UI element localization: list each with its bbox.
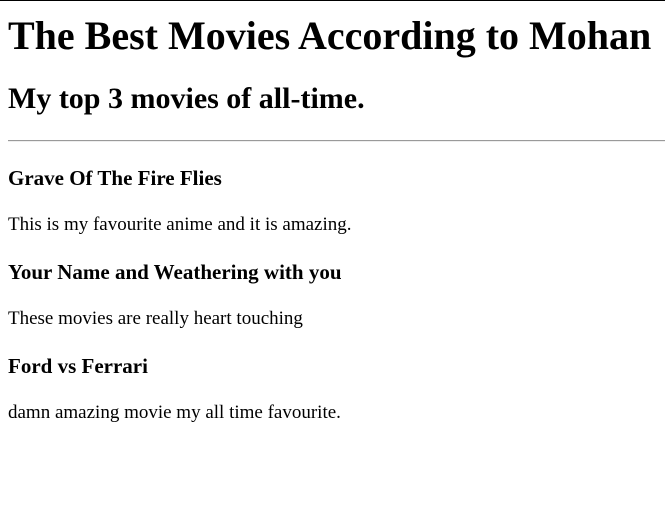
page-title: The Best Movies According to Mohan [8, 13, 652, 58]
movie-item-2: Your Name and Weathering with you These … [8, 260, 657, 330]
movie-description: damn amazing movie my all time favourite… [8, 402, 341, 423]
movie-title: Grave Of The Fire Flies [8, 166, 222, 190]
movie-description: These movies are really heart touching [8, 308, 303, 329]
movie-description: This is my favourite anime and it is ama… [8, 214, 352, 235]
movie-title: Your Name and Weathering with you [8, 260, 342, 284]
movie-title: Ford vs Ferrari [8, 354, 148, 378]
page-subtitle: My top 3 movies of all-time. [8, 82, 365, 115]
movie-item-1: Grave Of The Fire Flies This is my favou… [8, 166, 657, 236]
divider [8, 140, 665, 142]
page-content: The Best Movies According to Mohan My to… [0, 14, 665, 424]
movie-item-3: Ford vs Ferrari damn amazing movie my al… [8, 354, 657, 424]
